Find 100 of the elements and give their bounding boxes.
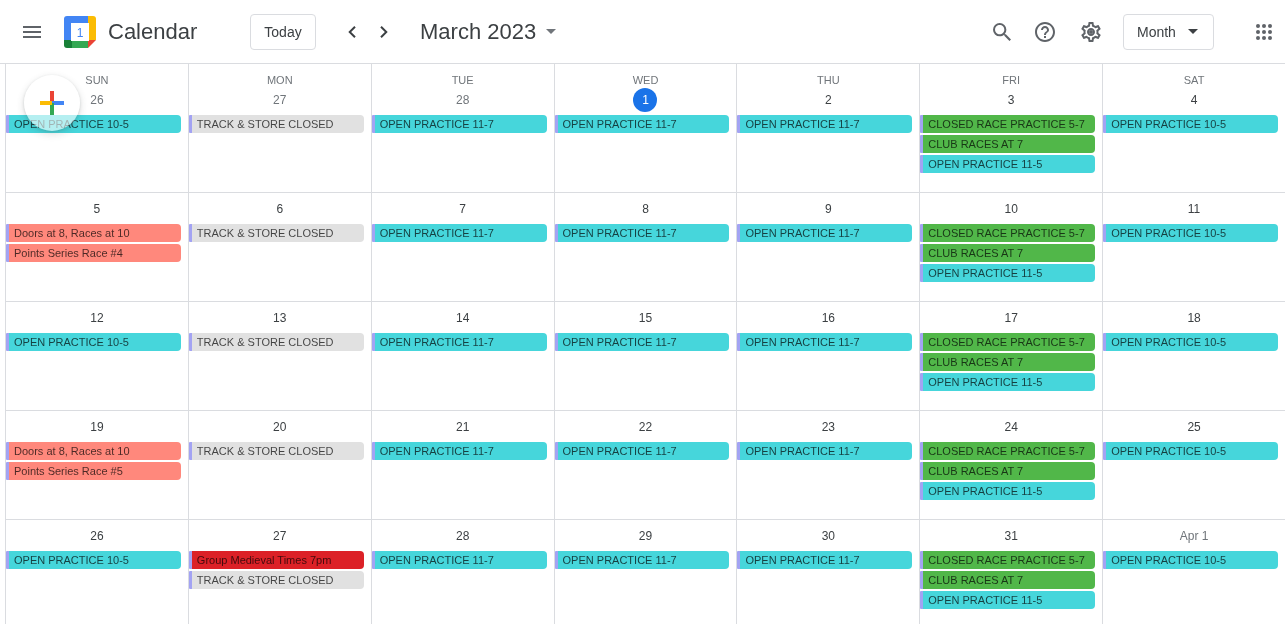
date-number[interactable]: 9 xyxy=(816,197,841,221)
settings-icon xyxy=(1081,21,1101,42)
date-number[interactable]: 2 xyxy=(816,88,841,112)
event-chip[interactable]: CLUB RACES AT 7 xyxy=(920,571,1096,589)
date-number[interactable]: 13 xyxy=(267,306,293,330)
view-dropdown[interactable]: Month xyxy=(1123,13,1214,50)
weekday-label: SAT xyxy=(1183,73,1205,88)
event-chip[interactable]: OPEN PRACTICE 11-7 xyxy=(554,551,730,569)
event-chip[interactable]: OPEN PRACTICE 11-7 xyxy=(737,551,913,569)
weekday-label: TUE xyxy=(451,73,474,88)
caret-down-icon xyxy=(1188,29,1198,34)
event-chip[interactable]: OPEN PRACTICE 10-5 xyxy=(6,333,181,351)
event-chip[interactable]: OPEN PRACTICE 10-5 xyxy=(6,551,181,569)
date-number[interactable]: 3 xyxy=(999,88,1024,112)
event-chip[interactable]: Doors at 8, Races at 10 xyxy=(6,224,181,242)
date-number[interactable]: 28 xyxy=(449,524,476,548)
event-chip[interactable]: CLUB RACES AT 7 xyxy=(920,244,1096,262)
event-chip[interactable]: OPEN PRACTICE 10-5 xyxy=(1103,115,1278,133)
app-title: Calendar xyxy=(108,17,199,46)
event-chip[interactable]: OPEN PRACTICE 11-5 xyxy=(920,482,1096,500)
date-number[interactable]: 5 xyxy=(84,197,109,221)
event-chip[interactable]: CLOSED RACE PRACTICE 5-7 xyxy=(920,551,1096,569)
event-chip[interactable]: OPEN PRACTICE 11-7 xyxy=(371,224,547,242)
event-chip[interactable]: OPEN PRACTICE 11-7 xyxy=(554,333,730,351)
date-number[interactable]: 29 xyxy=(632,524,659,548)
date-number[interactable]: 19 xyxy=(84,415,110,439)
event-chip[interactable]: CLOSED RACE PRACTICE 5-7 xyxy=(920,442,1096,460)
date-number[interactable]: 25 xyxy=(1181,415,1207,439)
event-chip[interactable]: CLUB RACES AT 7 xyxy=(920,462,1096,480)
date-number[interactable]: 31 xyxy=(998,524,1024,548)
date-number[interactable]: 4 xyxy=(1182,88,1207,112)
date-number[interactable]: 15 xyxy=(632,306,659,330)
menu-icon xyxy=(23,25,41,38)
event-chip[interactable]: OPEN PRACTICE 10-5 xyxy=(1103,224,1278,242)
event-chip[interactable]: OPEN PRACTICE 10-5 xyxy=(1103,442,1278,460)
date-number[interactable]: 26 xyxy=(84,524,110,548)
date-number[interactable]: 8 xyxy=(633,197,658,221)
date-number[interactable]: 21 xyxy=(449,415,476,439)
date-number[interactable]: 26 xyxy=(84,88,110,112)
date-number[interactable]: 30 xyxy=(815,524,842,548)
event-chip[interactable]: OPEN PRACTICE 11-5 xyxy=(920,591,1096,609)
event-chip[interactable]: OPEN PRACTICE 11-7 xyxy=(554,115,730,133)
event-chip[interactable]: OPEN PRACTICE 11-7 xyxy=(554,224,730,242)
date-number[interactable]: 6 xyxy=(267,197,292,221)
date-number[interactable]: 10 xyxy=(998,197,1024,221)
today-button[interactable]: Today xyxy=(250,13,316,50)
date-number[interactable]: 20 xyxy=(267,415,293,439)
event-chip[interactable]: TRACK & STORE CLOSED xyxy=(188,571,364,589)
date-number[interactable]: 23 xyxy=(815,415,842,439)
weekday-label: SUN xyxy=(85,73,109,88)
event-chip[interactable]: OPEN PRACTICE 11-7 xyxy=(737,333,913,351)
plus-icon xyxy=(40,91,64,115)
event-chip[interactable]: TRACK & STORE CLOSED xyxy=(188,115,364,133)
date-number[interactable]: 22 xyxy=(632,415,659,439)
chevron-right-icon xyxy=(380,25,388,38)
help-icon xyxy=(1035,21,1055,42)
date-number[interactable]: 12 xyxy=(84,306,110,330)
event-chip[interactable]: OPEN PRACTICE 11-7 xyxy=(371,115,547,133)
event-chip[interactable]: Group Medieval Times 7pm xyxy=(188,551,364,569)
event-chip[interactable]: TRACK & STORE CLOSED xyxy=(188,224,364,242)
date-number[interactable]: 17 xyxy=(998,306,1024,330)
today-date-badge[interactable]: 1 xyxy=(633,88,658,112)
apps-grid-icon xyxy=(1256,23,1272,40)
date-number[interactable]: 24 xyxy=(998,415,1024,439)
event-chip[interactable]: CLOSED RACE PRACTICE 5-7 xyxy=(920,115,1096,133)
event-chip[interactable]: CLOSED RACE PRACTICE 5-7 xyxy=(920,224,1096,242)
event-chip[interactable]: Points Series Race #4 xyxy=(6,244,181,262)
event-chip[interactable]: OPEN PRACTICE 11-7 xyxy=(371,551,547,569)
event-chip[interactable]: TRACK & STORE CLOSED xyxy=(188,442,364,460)
event-chip[interactable]: OPEN PRACTICE 10-5 xyxy=(1103,333,1278,351)
month-picker-button[interactable]: March 2023 xyxy=(420,17,557,46)
date-number[interactable]: 14 xyxy=(449,306,476,330)
event-chip[interactable]: TRACK & STORE CLOSED xyxy=(188,333,364,351)
event-chip[interactable]: OPEN PRACTICE 11-5 xyxy=(920,155,1096,173)
date-number[interactable]: 11 xyxy=(1181,197,1207,221)
date-number[interactable]: Apr 1 xyxy=(1173,524,1215,548)
date-number[interactable]: 27 xyxy=(267,88,293,112)
date-number[interactable]: 18 xyxy=(1181,306,1207,330)
date-number[interactable]: 28 xyxy=(449,88,476,112)
chevron-left-icon xyxy=(348,25,356,38)
weekday-label: WED xyxy=(632,73,659,88)
event-chip[interactable]: OPEN PRACTICE 11-7 xyxy=(371,333,547,351)
caret-down-icon xyxy=(546,29,557,34)
event-chip[interactable]: CLOSED RACE PRACTICE 5-7 xyxy=(920,333,1096,351)
event-chip[interactable]: OPEN PRACTICE 11-7 xyxy=(737,442,913,460)
event-chip[interactable]: OPEN PRACTICE 11-7 xyxy=(554,442,730,460)
date-number[interactable]: 7 xyxy=(450,197,475,221)
event-chip[interactable]: CLUB RACES AT 7 xyxy=(920,353,1096,371)
event-chip[interactable]: OPEN PRACTICE 11-7 xyxy=(737,224,913,242)
event-chip[interactable]: OPEN PRACTICE 11-5 xyxy=(920,264,1096,282)
weekday-label: MON xyxy=(266,73,293,88)
event-chip[interactable]: OPEN PRACTICE 11-7 xyxy=(371,442,547,460)
event-chip[interactable]: Points Series Race #5 xyxy=(6,462,181,480)
date-number[interactable]: 16 xyxy=(815,306,842,330)
event-chip[interactable]: OPEN PRACTICE 11-5 xyxy=(920,373,1096,391)
date-number[interactable]: 27 xyxy=(267,524,293,548)
event-chip[interactable]: Doors at 8, Races at 10 xyxy=(6,442,181,460)
event-chip[interactable]: OPEN PRACTICE 11-7 xyxy=(737,115,913,133)
event-chip[interactable]: OPEN PRACTICE 10-5 xyxy=(1103,551,1278,569)
event-chip[interactable]: CLUB RACES AT 7 xyxy=(920,135,1096,153)
